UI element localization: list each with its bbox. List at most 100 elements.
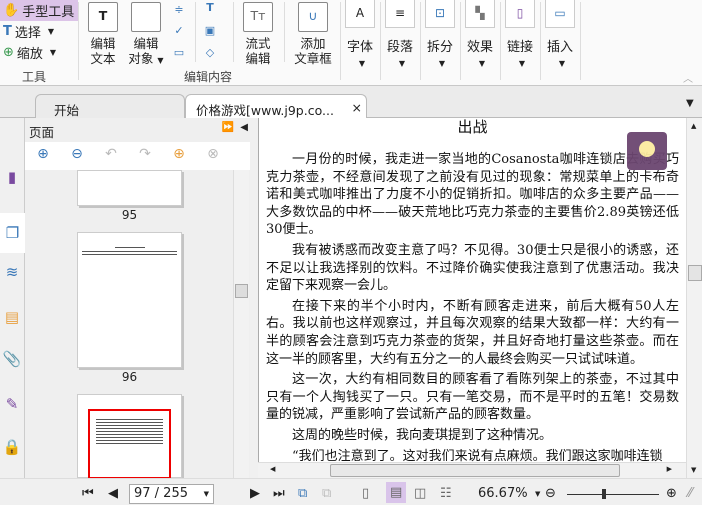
zoom-icon: ⊕ [3, 45, 14, 60]
font-icon[interactable]: A [345, 0, 375, 28]
zoom-dropdown-icon[interactable]: ▼ [535, 490, 540, 498]
rotate-right-icon[interactable]: ↷ [135, 146, 155, 166]
next-view-icon[interactable]: ⧉ [322, 486, 331, 501]
page-thumbnail-97-current[interactable] [77, 394, 182, 479]
split-icon[interactable]: ⊡ [425, 0, 455, 28]
edit-text-icon: T [88, 2, 118, 32]
paragraph: “我们也注意到了。这对我们来说有点麻烦。我们跟这家咖啡连锁 [292, 448, 663, 463]
delete-page-icon[interactable]: ⊗ [203, 146, 223, 166]
resize-grip-icon[interactable]: ⁄⁄ [688, 486, 692, 501]
thumbnail-label: 95 [121, 208, 138, 222]
document-vertical-scrollbar[interactable]: ▲ ▼ [686, 118, 702, 478]
tab-document[interactable]: 价格游戏[www.j9p.co... × [185, 94, 367, 118]
tips-lightbulb-button[interactable] [627, 132, 667, 170]
hand-icon: ✋ [3, 3, 20, 18]
tab-start[interactable]: 开始 [35, 94, 185, 118]
add-image-icon[interactable]: ▣ [203, 24, 217, 38]
edit-content-group-label: 编辑内容 [184, 70, 233, 84]
zoom-in-icon[interactable]: ⊕ [666, 486, 677, 501]
pages-icon[interactable]: ❐ [0, 213, 25, 253]
attachment-icon[interactable]: 📎 [2, 350, 22, 374]
next-page-icon[interactable]: ▶ [250, 486, 260, 501]
previous-page-icon[interactable]: ◀ [108, 486, 118, 501]
scroll-thumb[interactable] [330, 464, 620, 477]
select-tool-button[interactable]: T 选择 ▼ [0, 21, 78, 42]
scroll-thumb[interactable] [688, 265, 702, 281]
page-thumbnail-96[interactable] [77, 232, 182, 368]
spellcheck-icon[interactable]: ✓ [172, 24, 186, 38]
zoom-tool-button[interactable]: ⊕ 缩放 ▼ [0, 42, 78, 63]
line-spacing-icon[interactable]: ≑ [172, 3, 186, 17]
split-button[interactable]: 拆分 ▼ [420, 36, 460, 70]
rotate-left-icon[interactable]: ↶ [101, 146, 121, 166]
paragraph-icon[interactable]: ≡ [385, 0, 415, 28]
font-button[interactable]: 字体 ▼ [340, 36, 380, 70]
add-article-frame-button[interactable]: ∪ 添加 文章框 [293, 2, 333, 66]
paragraph-button[interactable]: 段落 ▼ [380, 36, 420, 70]
last-page-icon[interactable]: ⏭ [273, 486, 285, 501]
panel-scrollbar[interactable] [233, 170, 249, 478]
continuous-facing-icon[interactable]: ☷ [440, 486, 452, 501]
flow-edit-button[interactable]: Tт 流式 编辑 [243, 2, 273, 66]
panel-header: 页面 ⏩ ◀ [29, 122, 248, 140]
document-view[interactable]: 出战 一月份的时候，我走进一家当地的Cosanosta咖啡连锁店去购买巧克力茶壶… [258, 118, 686, 462]
zoom-slider-handle[interactable] [602, 489, 606, 499]
page-number-input[interactable]: 97 / 255 ▼ [129, 484, 214, 504]
edit-text-button[interactable]: T 编辑 文本 [88, 2, 118, 66]
facing-pages-icon[interactable]: ◫ [414, 486, 426, 501]
tools-group-label: 工具 [22, 70, 47, 84]
article-frame-icon: ∪ [298, 2, 328, 32]
page-thumbnail-95[interactable] [77, 170, 182, 206]
continuous-page-icon[interactable]: ▤ [386, 482, 407, 503]
tab-bar: 开始 价格游戏[www.j9p.co... × ▼ [0, 86, 702, 118]
paragraph: 一月份的时候，我走进一家当地的Cosanosta咖啡连锁店去购买巧克力茶壶，不经… [266, 152, 679, 238]
insert-button[interactable]: 插入 ▼ [540, 36, 580, 70]
document-page: 出战 一月份的时候，我走进一家当地的Cosanosta咖啡连锁店去购买巧克力茶壶… [266, 118, 679, 462]
zoom-out-page-icon[interactable]: ⊖ [67, 146, 87, 166]
paragraph: 这周的晚些时候，我向麦琪提到了这种情况。 [292, 427, 553, 443]
single-page-icon[interactable]: ▯ [362, 486, 369, 501]
zoom-out-icon[interactable]: ⊖ [545, 486, 556, 501]
tab-list-dropdown-icon[interactable]: ▼ [686, 98, 694, 109]
zoom-slider[interactable] [567, 489, 659, 499]
effects-button[interactable]: 效果 ▼ [460, 36, 500, 70]
paragraph: 我有被诱惑而改变主意了吗？不见得。30便士只是很小的诱惑，还不足以让我选择别的饮… [266, 242, 679, 294]
edit-object-icon [131, 2, 161, 32]
collapse-ribbon-icon[interactable]: ︿ [683, 70, 693, 85]
left-sidebar-strip: ▮ ❐ ≋ ▤ 📎 ✎ 🔒 [0, 118, 25, 478]
comments-icon[interactable]: ▤ [2, 308, 22, 332]
ribbon: ✋ 手型工具 T 选择 ▼ ⊕ 缩放 ▼ 工具 T 编辑 文本 编辑 对象 ▼ ≑ ✓ ▭ T ▣… [0, 0, 702, 86]
link-button[interactable]: 链接 ▼ [500, 36, 540, 70]
layers-icon[interactable]: ≋ [2, 263, 22, 287]
zoom-level[interactable]: 66.67% [478, 486, 528, 501]
close-tab-icon[interactable]: × [352, 100, 362, 115]
hand-tool-button[interactable]: ✋ 手型工具 [0, 0, 78, 21]
flow-edit-icon: Tт [243, 2, 273, 32]
document-horizontal-scrollbar[interactable]: ◀ ▶ [258, 462, 686, 478]
security-lock-icon[interactable]: 🔒 [2, 438, 22, 462]
previous-view-icon[interactable]: ⧉ [298, 486, 307, 501]
add-text-icon[interactable]: T [203, 1, 217, 15]
thumbnail-label: 96 [121, 370, 138, 384]
insert-icon[interactable]: ▭ [545, 0, 575, 28]
paragraph: 这一次，大约有相同数目的顾客看了看陈列架上的茶壶，不过其中只有一个人掏钱买了一只… [266, 372, 679, 423]
status-bar: ⏮ ◀ 97 / 255 ▼ ▶ ⏭ ⧉ ⧉ ▯ ▤ ◫ ☷ 66.67% ▼ ⊖… [0, 478, 702, 505]
lightbulb-icon [639, 141, 655, 157]
collapse-panel-icon[interactable]: ◀ [240, 122, 248, 133]
signature-icon[interactable]: ✎ [2, 395, 22, 419]
link-icon[interactable]: ▯ [505, 0, 535, 28]
expand-panel-icon[interactable]: ⏩ [222, 122, 234, 133]
panel-toolbar: ⊕ ⊖ ↶ ↷ ⊕ ⊗ [25, 142, 250, 170]
insert-page-icon[interactable]: ⊕ [169, 146, 189, 166]
bookmark-icon[interactable]: ▮ [2, 168, 22, 192]
text-select-icon: T [3, 24, 12, 39]
add-shape-icon[interactable]: ◇ [203, 46, 217, 60]
zoom-in-page-icon[interactable]: ⊕ [33, 146, 53, 166]
paragraph: 在接下来的半个小时内，不断有顾客走进来，前后大概有50人左右。我以前也这样观察过… [266, 298, 679, 367]
effects-icon[interactable]: ▚ [465, 0, 495, 28]
first-page-icon[interactable]: ⏮ [82, 486, 94, 501]
pages-panel: 页面 ⏩ ◀ ⊕ ⊖ ↶ ↷ ⊕ ⊗ 95 96 [25, 118, 250, 479]
edit-object-button[interactable]: 编辑 对象 ▼ [126, 2, 166, 68]
text-replace-icon[interactable]: ▭ [172, 46, 186, 60]
scroll-thumb[interactable] [235, 284, 248, 298]
